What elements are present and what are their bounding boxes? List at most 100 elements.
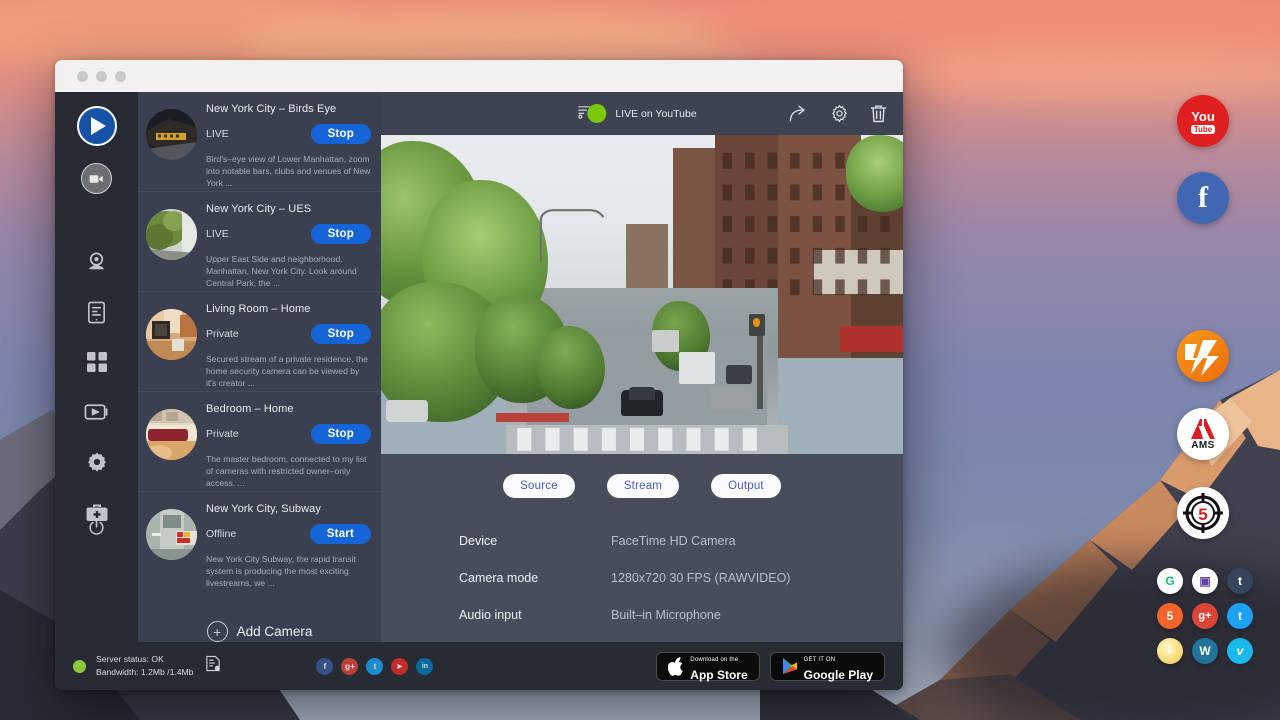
desktop-background: New York City – Birds Eye LIVE Stop Bird… (0, 0, 1280, 720)
sidebar-item-player[interactable] (77, 392, 117, 432)
tablet-device-icon (86, 301, 107, 324)
sidebar-item-webcam[interactable] (77, 242, 117, 282)
app-logo[interactable] (77, 106, 117, 146)
grid-apps-icon (86, 351, 108, 373)
settings-button[interactable] (830, 104, 849, 123)
grammarly-app-icon[interactable]: G (1157, 568, 1183, 594)
app-window: New York City – Birds Eye LIVE Stop Bird… (55, 60, 903, 690)
camera-state: Offline (206, 528, 236, 540)
document-info-icon[interactable] (205, 655, 221, 677)
window-maximize-button[interactable] (115, 71, 126, 82)
topbar-actions (789, 104, 887, 123)
sidebar-item-power[interactable] (77, 507, 117, 547)
share-button[interactable] (789, 105, 809, 122)
facebook-app-icon[interactable]: f (1177, 172, 1229, 224)
camera-toggle-button[interactable]: Stop (311, 324, 371, 344)
camera-description: New York City Subway, the rapid transit … (206, 553, 371, 590)
google-play-button[interactable]: GET IT ON Google Play (770, 652, 885, 681)
traffic-pole (757, 326, 763, 409)
gear-icon (86, 451, 108, 473)
add-camera-button[interactable]: + Add Camera (138, 591, 381, 642)
twitter-app-icon[interactable]: t (1227, 603, 1253, 629)
camera-description: Bird's–eye view of Lower Manhattan, zoom… (206, 153, 371, 190)
camera-thumbnail (146, 209, 197, 260)
app-store-button[interactable]: Download on the App Store (656, 652, 759, 681)
google-play-line2: Google Play (804, 668, 873, 682)
camera-list-item[interactable]: New York City – Birds Eye LIVE Stop Bird… (138, 92, 381, 192)
camera-title: New York City, Subway (206, 503, 371, 515)
camera-title: New York City – Birds Eye (206, 103, 371, 115)
camera-toggle-button[interactable]: Start (310, 524, 371, 544)
sidebar-item-device[interactable] (77, 292, 117, 332)
vimeo-app-icon[interactable]: v (1227, 638, 1253, 664)
wirecast-app-icon[interactable] (1177, 330, 1229, 382)
youtube-app-icon[interactable]: You Tube (1177, 95, 1229, 147)
camera-list-item[interactable]: Bedroom – Home Private Stop The master b… (138, 392, 381, 492)
twitch-app-icon[interactable]: ▣ (1192, 568, 1218, 594)
crosswalk-stripes (506, 425, 788, 454)
app-store-line1: Download on the (690, 657, 738, 663)
media-player-icon (84, 402, 109, 422)
target-five-app-icon[interactable]: 5 (1177, 487, 1229, 539)
adobe-icon (1189, 418, 1217, 440)
truck (679, 352, 716, 384)
facebook-f-glyph: f (1198, 181, 1208, 215)
sidebar-item-camera-avatar[interactable] (81, 163, 112, 194)
linkedin-icon[interactable]: in (416, 658, 433, 675)
add-camera-label: Add Camera (237, 624, 313, 639)
server-status-text: Server status: OK Bandwidth: 1.2Mb /1.4M… (96, 653, 193, 679)
video-preview[interactable] (381, 135, 903, 454)
live-status-group: LIVE on YouTube (587, 104, 696, 123)
car (710, 387, 752, 409)
window-close-button[interactable] (77, 71, 88, 82)
adobe-ams-app-icon[interactable]: AMS (1177, 408, 1229, 460)
google-plus-icon[interactable]: g+ (341, 658, 358, 675)
wordpress-app-icon[interactable]: W (1192, 638, 1218, 664)
tab-output[interactable]: Output (711, 474, 781, 498)
tab-source[interactable]: Source (503, 474, 575, 498)
red-railing (496, 413, 569, 423)
camera-list-item[interactable]: New York City – UES LIVE Stop Upper East… (138, 192, 381, 292)
info-value[interactable]: FaceTime HD Camera (611, 534, 736, 548)
mode-tabs: Source Stream Output (381, 454, 903, 498)
delete-button[interactable] (870, 104, 887, 123)
camera-state: LIVE (206, 128, 229, 140)
tab-stream[interactable]: Stream (607, 474, 679, 498)
info-value[interactable]: Built–in Microphone (611, 608, 721, 622)
five-orange-app-icon[interactable]: 5 (1157, 603, 1183, 629)
info-value[interactable]: 1280x720 30 FPS (RAWVIDEO) (611, 571, 790, 585)
google-play-line1: GET IT ON (804, 657, 836, 663)
awning (840, 326, 903, 352)
facebook-icon[interactable]: f (316, 658, 333, 675)
sidebar-item-settings[interactable] (77, 442, 117, 482)
window-minimize-button[interactable] (96, 71, 107, 82)
tumblr-app-icon[interactable]: t (1227, 568, 1253, 594)
camera-toggle-button[interactable]: Stop (311, 424, 371, 444)
camera-state: LIVE (206, 228, 229, 240)
sidebar-item-apps[interactable] (77, 342, 117, 382)
camera-list: New York City – Birds Eye LIVE Stop Bird… (138, 92, 381, 642)
app-store-line2: App Store (690, 668, 747, 682)
camera-list-item[interactable]: New York City, Subway Offline Start New … (138, 492, 381, 591)
plus-icon: + (207, 621, 228, 642)
app-store-badges: Download on the App Store GET IT ON Goog… (656, 652, 885, 681)
youtube-label-you: You (1191, 109, 1215, 124)
camera-toggle-button[interactable]: Stop (311, 224, 371, 244)
source-info-panel: Device FaceTime HD Camera Camera mode 12… (381, 498, 903, 645)
server-status-line: Server status: OK (96, 654, 164, 664)
google-plus-app-icon[interactable]: g+ (1192, 603, 1218, 629)
camera-toggle-button[interactable]: Stop (311, 124, 371, 144)
twitter-icon[interactable]: t (366, 658, 383, 675)
camera-list-item[interactable]: Living Room – Home Private Stop Secured … (138, 292, 381, 392)
car (726, 365, 752, 384)
camera-thumbnail (146, 509, 197, 560)
bandwidth-line: Bandwidth: 1.2Mb /1.4Mb (96, 667, 193, 677)
street-lamp-icon (538, 186, 622, 282)
camera-description: Upper East Side and neighborhood. Manhat… (206, 253, 371, 290)
camera-title: Living Room – Home (206, 303, 371, 315)
webcam-icon (85, 251, 108, 274)
cloud-streak (900, 46, 1280, 102)
youtube-label-tube: Tube (1191, 125, 1216, 134)
yellow-app-icon[interactable]: ● (1157, 638, 1183, 664)
youtube-icon[interactable]: ▶ (391, 658, 408, 675)
